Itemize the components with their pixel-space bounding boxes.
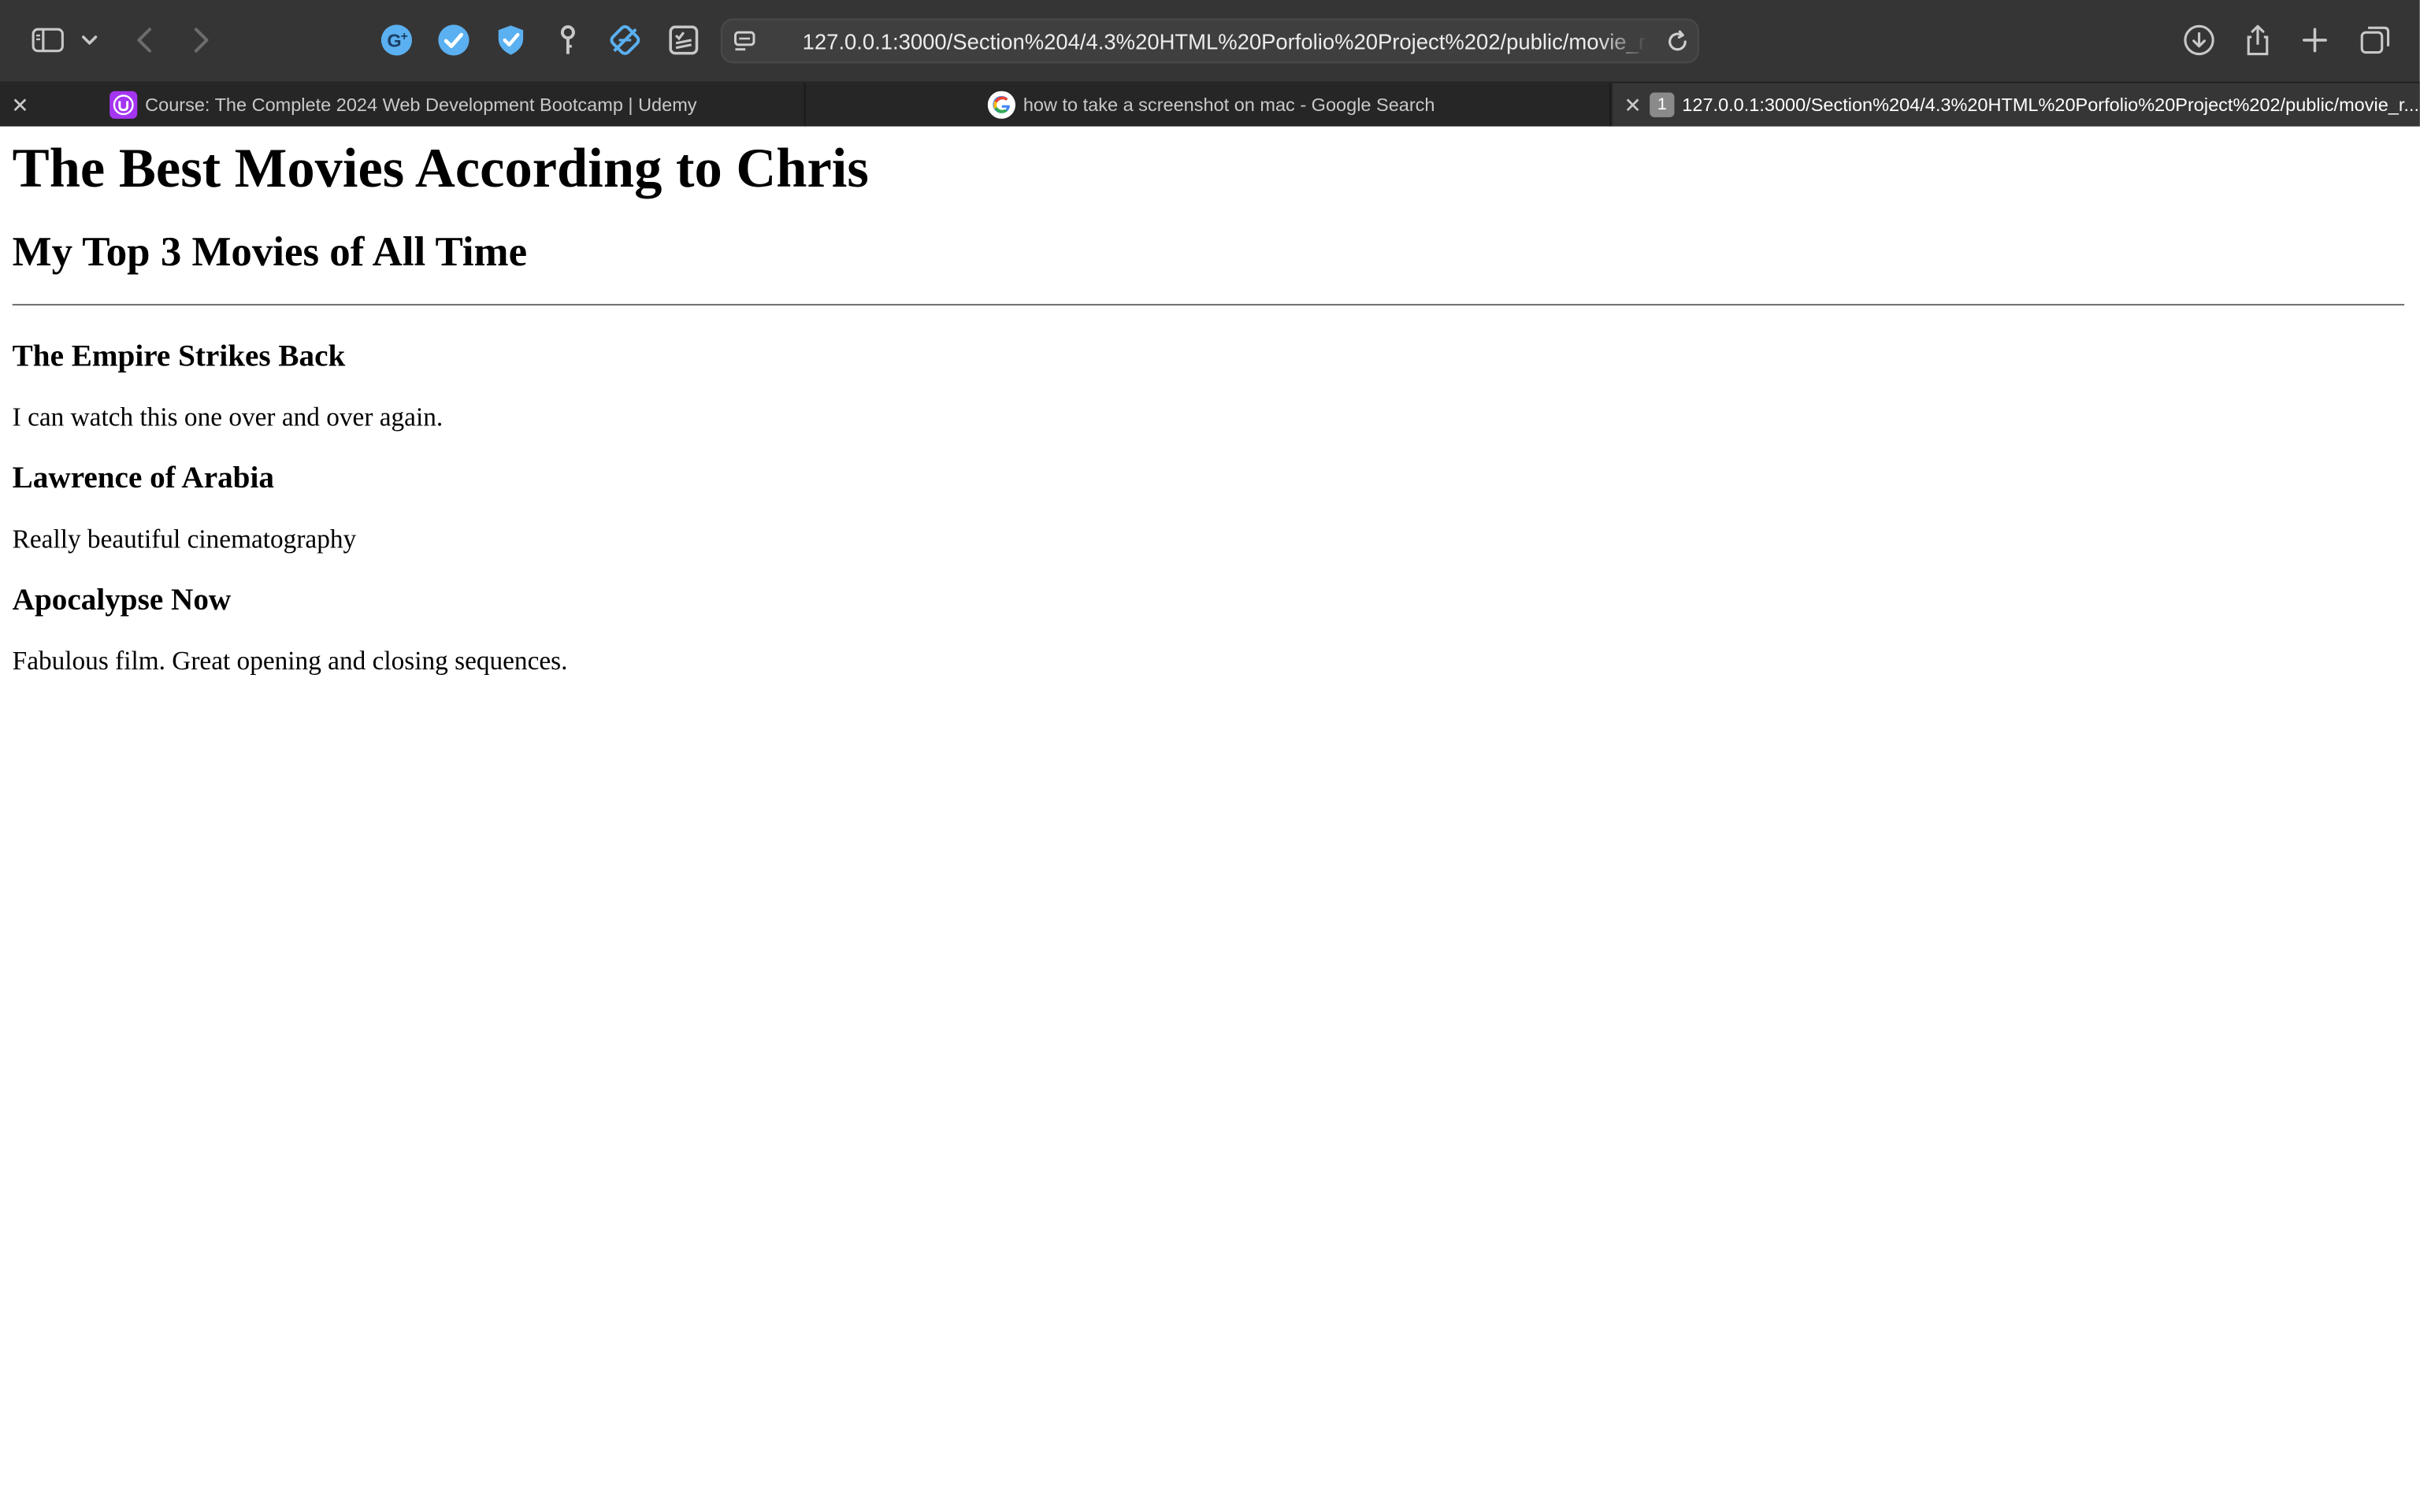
tab-title: 127.0.0.1:3000/Section%204/4.3%20HTML%20… bbox=[1682, 94, 2420, 116]
tab-title: Course: The Complete 2024 Web Developmen… bbox=[145, 94, 697, 116]
plus-icon bbox=[2303, 28, 2327, 53]
shield-check-icon bbox=[498, 25, 524, 55]
movie-title: Apocalypse Now bbox=[12, 583, 232, 617]
movie-title: Lawrence of Arabia bbox=[12, 461, 274, 495]
chevron-left-icon bbox=[137, 28, 151, 53]
sidebar-menu-button[interactable] bbox=[74, 21, 105, 58]
movie-comment: Really beautiful cinematography bbox=[12, 524, 357, 554]
tab-bar: Course: The Complete 2024 Web Developmen… bbox=[0, 83, 2420, 127]
tab-overview-icon bbox=[2360, 26, 2390, 54]
extension-notes-button[interactable] bbox=[665, 21, 702, 58]
page-subheading: My Top 3 Movies of All Time bbox=[12, 228, 528, 275]
movie-title: The Empire Strikes Back bbox=[12, 339, 346, 374]
extension-key-button[interactable] bbox=[549, 21, 586, 58]
sidebar-toggle-button[interactable] bbox=[29, 21, 66, 58]
forward-button[interactable] bbox=[182, 21, 219, 58]
downloads-button[interactable] bbox=[2181, 21, 2218, 58]
tab-close-button[interactable] bbox=[9, 94, 31, 115]
share-button[interactable] bbox=[2240, 21, 2277, 58]
browser-toolbar: G + 127.0.0.1:3000/Section%204/4.3%20HTM… bbox=[0, 0, 2420, 83]
url-text[interactable]: 127.0.0.1:3000/Section%204/4.3%20HTML%20… bbox=[803, 28, 1649, 55]
horizontal-divider bbox=[12, 303, 2405, 306]
svg-text:+: + bbox=[401, 30, 408, 43]
page-content: The Best Movies According to Chris My To… bbox=[0, 126, 2420, 1512]
notes-icon bbox=[669, 25, 699, 55]
extension-grammar-button[interactable]: G + bbox=[378, 21, 415, 58]
key-icon bbox=[560, 25, 575, 54]
tab-movie-ranking[interactable]: 1 127.0.0.1:3000/Section%204/4.3%20HTML%… bbox=[1613, 83, 2420, 127]
chevron-right-icon bbox=[194, 28, 209, 53]
extension-shield-button[interactable] bbox=[492, 21, 529, 58]
close-icon bbox=[13, 98, 27, 112]
grammar-extension-icon: G + bbox=[380, 24, 413, 56]
check-circle-icon bbox=[438, 24, 470, 56]
close-icon bbox=[1626, 98, 1639, 112]
movie-comment: Fabulous film. Great opening and closing… bbox=[12, 646, 568, 676]
udemy-favicon-icon bbox=[109, 91, 138, 119]
tab-close-button[interactable] bbox=[1622, 94, 1643, 115]
movie-comment: I can watch this one over and over again… bbox=[12, 402, 444, 432]
tab-udemy[interactable]: Course: The Complete 2024 Web Developmen… bbox=[0, 83, 806, 127]
tab-number-badge: 1 bbox=[1650, 92, 1675, 117]
reload-icon[interactable] bbox=[1664, 28, 1691, 55]
page-settings-icon[interactable] bbox=[732, 28, 759, 55]
chevron-down-icon bbox=[82, 35, 98, 45]
svg-text:G: G bbox=[387, 31, 401, 51]
crossed-badge-icon bbox=[610, 25, 640, 55]
tab-number-text: 1 bbox=[1657, 95, 1667, 114]
back-button[interactable] bbox=[127, 21, 164, 58]
tab-overview-button[interactable] bbox=[2356, 21, 2393, 58]
sidebar-icon bbox=[32, 28, 64, 53]
address-bar[interactable]: 127.0.0.1:3000/Section%204/4.3%20HTML%20… bbox=[720, 18, 1699, 64]
download-icon bbox=[2184, 24, 2214, 56]
tab-title: how to take a screenshot on mac - Google… bbox=[1023, 94, 1435, 116]
tab-google-search[interactable]: how to take a screenshot on mac - Google… bbox=[807, 83, 1612, 127]
extension-crossed-button[interactable] bbox=[607, 21, 644, 58]
google-favicon-icon bbox=[987, 91, 1016, 119]
share-icon bbox=[2247, 24, 2269, 56]
page-heading: The Best Movies According to Chris bbox=[12, 137, 869, 199]
extension-check-button[interactable] bbox=[435, 21, 472, 58]
new-tab-button[interactable] bbox=[2296, 21, 2333, 58]
